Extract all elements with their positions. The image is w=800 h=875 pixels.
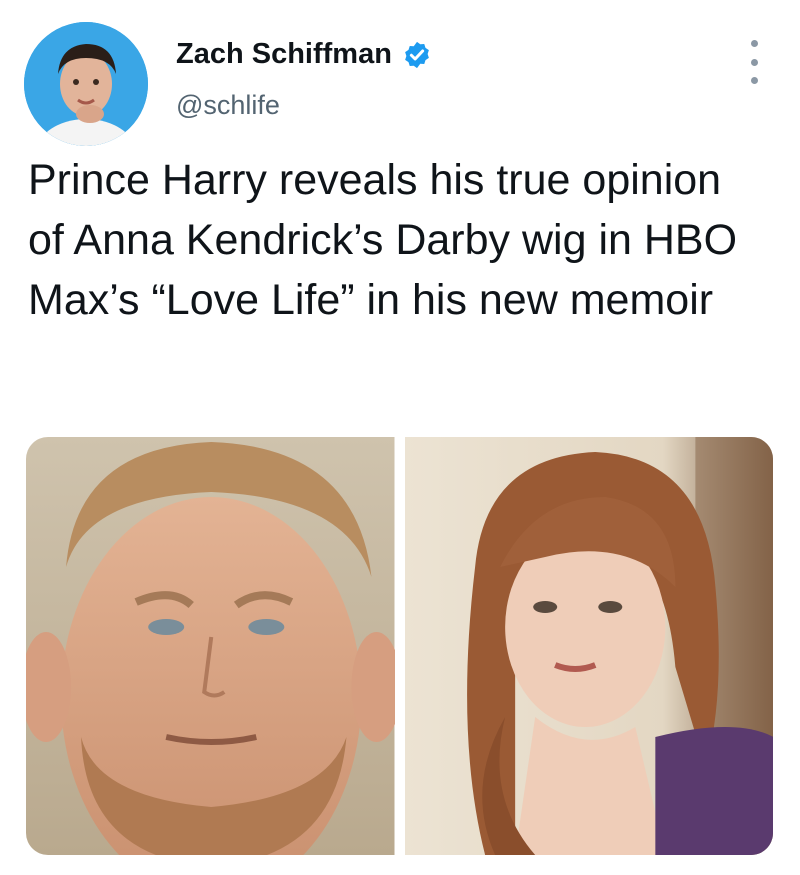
portrait-man-image (26, 437, 395, 855)
portrait-woman-image (404, 437, 773, 855)
verified-badge-icon (402, 40, 432, 70)
author-name[interactable]: Zach Schiffman (176, 38, 392, 71)
author-row: Zach Schiffman (176, 38, 432, 71)
more-options-icon[interactable] (746, 40, 762, 84)
author-handle[interactable]: @schlife (176, 90, 280, 121)
media-photo-right[interactable] (404, 437, 773, 855)
dot-icon (750, 40, 758, 47)
tweet-media (26, 437, 773, 855)
dot-icon (750, 77, 758, 84)
dot-icon (750, 58, 758, 66)
avatar[interactable] (24, 22, 148, 146)
media-photo-left[interactable] (26, 437, 395, 855)
tweet-text: Prince Harry reveals his true opinion of… (28, 156, 738, 324)
avatar-image (24, 22, 148, 146)
